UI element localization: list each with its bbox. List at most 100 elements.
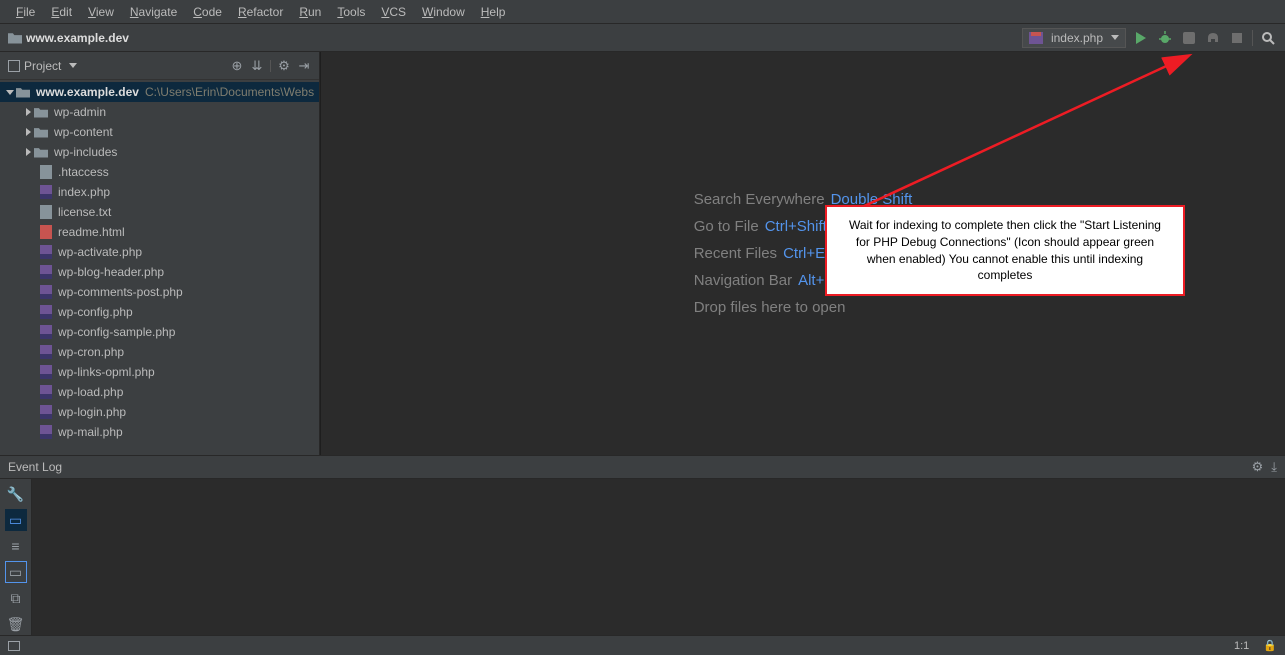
hide-icon[interactable]: ⤓ [1271, 459, 1277, 475]
copy-icon[interactable]: ⧉ [5, 587, 27, 609]
tree-item-label: license.txt [58, 205, 111, 219]
tree-item-label: .htaccess [58, 165, 109, 179]
tree-file[interactable]: index.php [0, 182, 319, 202]
menu-run[interactable]: Run [291, 5, 329, 19]
status-bar: 1:1 🔒 [0, 635, 1285, 655]
tree-file[interactable]: .htaccess [0, 162, 319, 182]
stop-button[interactable] [1228, 29, 1246, 47]
folder-icon [8, 32, 22, 44]
folder-icon [34, 147, 48, 158]
search-everywhere-button[interactable] [1259, 29, 1277, 47]
debug-button[interactable] [1156, 29, 1174, 47]
tree-file[interactable]: wp-mail.php [0, 422, 319, 442]
tree-file[interactable]: wp-activate.php [0, 242, 319, 262]
lock-icon[interactable]: 🔒 [1263, 639, 1277, 652]
project-tool-window: Project ⊕ ⇊ ⚙ ⇥ www.example.dev C:\Users… [0, 52, 320, 455]
file-icon [40, 265, 52, 279]
root-name: www.example.dev [36, 85, 139, 99]
listen-debug-button[interactable] [1204, 29, 1222, 47]
tree-item-label: wp-admin [54, 105, 106, 119]
tree-item-label: wp-content [54, 125, 113, 139]
file-icon [40, 185, 52, 199]
event-log-content[interactable] [32, 479, 1285, 635]
event-log-toolbar: 🔧 ▭ ≡ ▭ ⧉ 🗑 [0, 479, 32, 635]
chevron-down-icon [69, 63, 77, 68]
tree-folder[interactable]: wp-content [0, 122, 319, 142]
expand-icon[interactable] [22, 128, 34, 136]
menu-file[interactable]: File [8, 5, 43, 19]
tree-item-label: wp-comments-post.php [58, 285, 183, 299]
file-icon [40, 165, 52, 179]
tree-item-label: wp-activate.php [58, 245, 142, 259]
menu-edit[interactable]: Edit [43, 5, 80, 19]
menu-view[interactable]: View [80, 5, 122, 19]
menu-vcs[interactable]: VCS [373, 5, 414, 19]
php-file-icon [1029, 32, 1043, 44]
file-icon [40, 225, 52, 239]
tree-item-label: wp-links-opml.php [58, 365, 155, 379]
coverage-button[interactable] [1180, 29, 1198, 47]
tree-item-label: readme.html [58, 225, 125, 239]
mark-icon[interactable]: ▭ [5, 561, 27, 583]
tree-file[interactable]: wp-comments-post.php [0, 282, 319, 302]
tree-item-label: wp-mail.php [58, 425, 123, 439]
file-icon [40, 405, 52, 419]
menu-code[interactable]: Code [185, 5, 230, 19]
caret-position[interactable]: 1:1 [1234, 640, 1249, 652]
file-icon [40, 245, 52, 259]
run-button[interactable] [1132, 29, 1150, 47]
file-icon [40, 425, 52, 439]
tree-file[interactable]: wp-login.php [0, 402, 319, 422]
tree-file[interactable]: wp-links-opml.php [0, 362, 319, 382]
tree-file[interactable]: readme.html [0, 222, 319, 242]
file-icon [40, 345, 52, 359]
menu-window[interactable]: Window [414, 5, 473, 19]
file-icon [40, 285, 52, 299]
window-icon[interactable] [8, 641, 20, 651]
file-icon [40, 385, 52, 399]
menu-navigate[interactable]: Navigate [122, 5, 185, 19]
tree-item-label: wp-config-sample.php [58, 325, 175, 339]
folder-icon [34, 107, 48, 118]
file-icon [40, 305, 52, 319]
annotation-callout: Wait for indexing to complete then click… [825, 205, 1185, 296]
chevron-down-icon [1111, 35, 1119, 40]
locate-icon[interactable]: ⊕ [230, 59, 244, 73]
expand-icon[interactable] [22, 148, 34, 156]
hide-icon[interactable]: ⇥ [297, 59, 311, 73]
project-panel-title: Project [24, 59, 61, 73]
project-tree[interactable]: www.example.dev C:\Users\Erin\Documents\… [0, 80, 319, 455]
trash-icon[interactable]: 🗑 [5, 613, 27, 635]
event-log-title: Event Log [8, 460, 62, 474]
tree-folder[interactable]: wp-includes [0, 142, 319, 162]
collapse-icon[interactable]: ⇊ [250, 59, 264, 73]
folder-icon [16, 87, 30, 98]
hint-label: Go to File [694, 218, 759, 235]
event-log-body: 🔧 ▭ ≡ ▭ ⧉ 🗑 [0, 479, 1285, 635]
event-log-header: Event Log ⚙ ⤓ [0, 455, 1285, 479]
tree-file[interactable]: wp-load.php [0, 382, 319, 402]
tree-root[interactable]: www.example.dev C:\Users\Erin\Documents\… [0, 82, 319, 102]
menu-tools[interactable]: Tools [329, 5, 373, 19]
gear-icon[interactable]: ⚙ [1252, 459, 1264, 475]
run-config-label: index.php [1051, 31, 1103, 45]
breadcrumb[interactable]: www.example.dev [8, 31, 129, 45]
filter-icon[interactable]: ≡ [5, 535, 27, 557]
menu-help[interactable]: Help [473, 5, 514, 19]
tree-file[interactable]: wp-config.php [0, 302, 319, 322]
expand-icon[interactable] [22, 108, 34, 116]
project-view-selector[interactable]: Project [8, 59, 77, 73]
tree-file[interactable]: wp-config-sample.php [0, 322, 319, 342]
balloon-icon[interactable]: ▭ [5, 509, 27, 531]
tree-item-label: index.php [58, 185, 110, 199]
menu-refactor[interactable]: Refactor [230, 5, 291, 19]
tree-file[interactable]: wp-cron.php [0, 342, 319, 362]
tree-file[interactable]: license.txt [0, 202, 319, 222]
settings-icon[interactable]: 🔧 [5, 483, 27, 505]
tree-file[interactable]: wp-blog-header.php [0, 262, 319, 282]
hint-shortcut: Ctrl+E [783, 245, 825, 262]
tree-folder[interactable]: wp-admin [0, 102, 319, 122]
expand-icon[interactable] [4, 90, 16, 95]
gear-icon[interactable]: ⚙ [277, 59, 291, 73]
run-config-selector[interactable]: index.php [1022, 28, 1126, 48]
